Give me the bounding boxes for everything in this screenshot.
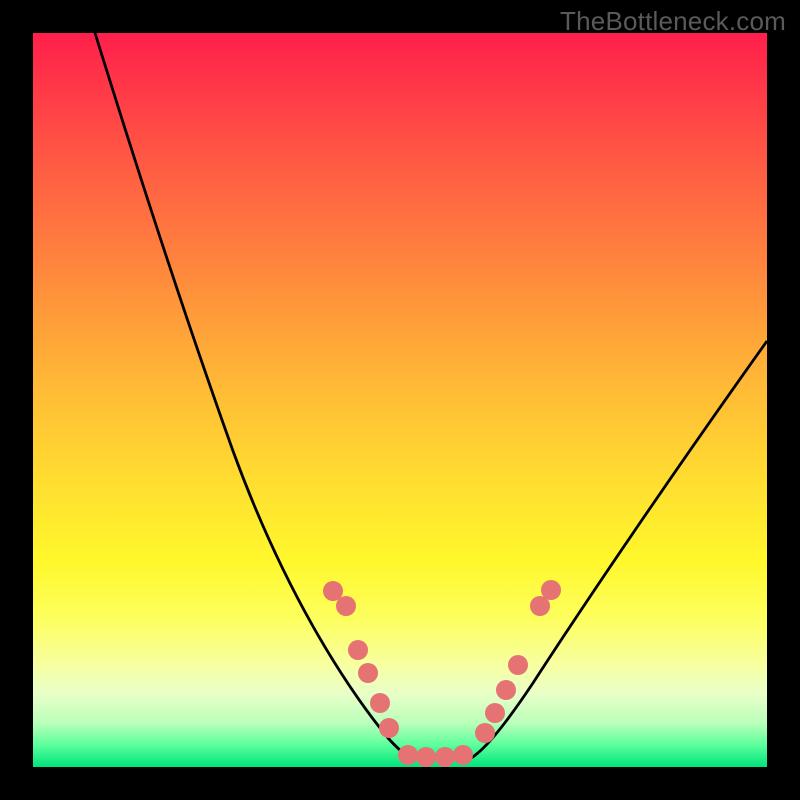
watermark-text: TheBottleneck.com [560, 6, 786, 37]
outer-frame: TheBottleneck.com [0, 0, 800, 800]
gradient-plot-area [33, 33, 767, 767]
